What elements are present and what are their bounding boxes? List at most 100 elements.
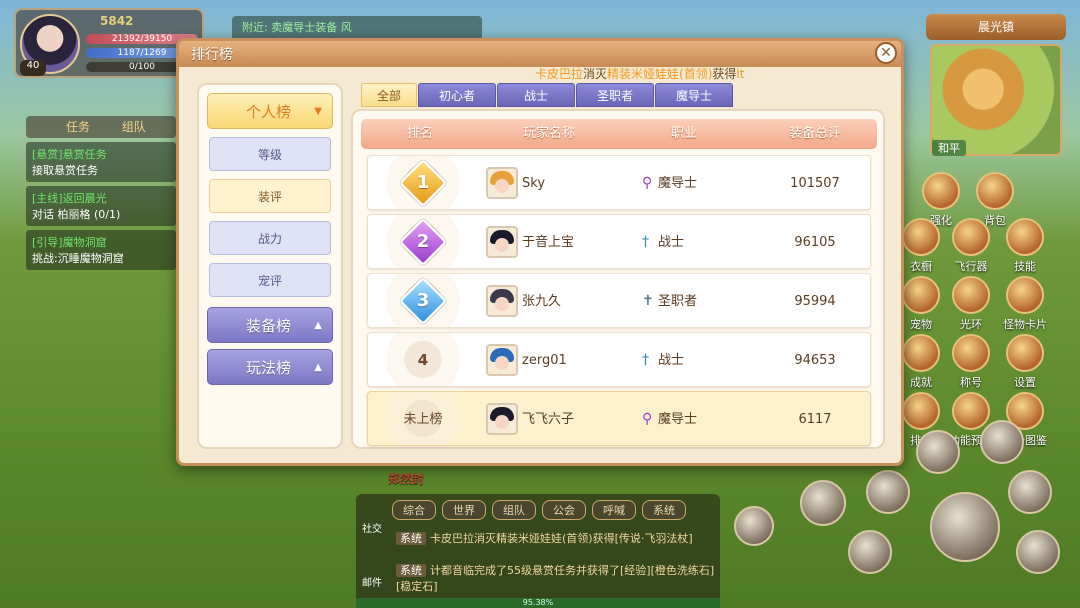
equip-score: 95994 bbox=[794, 294, 836, 309]
skill-button-2[interactable] bbox=[980, 420, 1024, 464]
label: 怪物卡片 bbox=[1003, 318, 1047, 331]
minimap[interactable]: 晨光镇 和平 bbox=[926, 14, 1066, 160]
avatar-face bbox=[495, 297, 509, 311]
quest-panel: 任务 组队 [悬赏]悬赏任务 接取悬赏任务 [主线]返回晨光 对话 柏丽格 (0… bbox=[26, 116, 176, 302]
label: 飞行器 bbox=[954, 260, 988, 273]
chat-tab[interactable]: 呼喊 bbox=[592, 500, 636, 520]
modal-title: 排行榜 bbox=[191, 47, 233, 63]
gear-icon bbox=[1006, 334, 1044, 372]
icon-title[interactable]: 称号 bbox=[948, 334, 994, 390]
class-label: 魔导士 bbox=[658, 412, 698, 427]
jump-button[interactable] bbox=[1016, 530, 1060, 574]
icon-wardrobe[interactable]: 衣橱 bbox=[898, 218, 944, 274]
ranking-table: 排名 玩家名称 职业 装备总评 1 Sky ⚲ 魔导士 101507 2 于音上宝… bbox=[351, 109, 885, 449]
chat-tab[interactable]: 系统 bbox=[642, 500, 686, 520]
quest-desc: 接取悬赏任务 bbox=[32, 164, 98, 177]
top-chat-strip[interactable]: 附近: 卖魔导士装备 风 bbox=[232, 16, 482, 40]
joystick-right[interactable] bbox=[800, 480, 846, 526]
tab-novice[interactable]: 初心者 bbox=[418, 83, 496, 107]
equip-score: 6117 bbox=[798, 412, 832, 427]
submenu-combat-power[interactable]: 战力 bbox=[209, 221, 331, 255]
chat-message: 系统 计都音临完成了55级悬赏任务并获得了[经验][橙色洗练石][稳定石] bbox=[396, 562, 720, 594]
quest-item[interactable]: [主线]返回晨光 对话 柏丽格 (0/1) bbox=[26, 186, 176, 226]
chat-tab[interactable]: 世界 bbox=[442, 500, 486, 520]
sword-icon: † bbox=[642, 352, 649, 368]
label: 光环 bbox=[960, 318, 982, 331]
quest-desc: 挑战:沉睡魔物洞窟 bbox=[32, 252, 124, 265]
player-class: ⚲ 魔导士 bbox=[642, 392, 698, 447]
menu-gameplay-ranking[interactable]: 玩法榜 ▲ bbox=[207, 349, 333, 385]
ranking-modal: 排行榜 ✕ 卡皮巴拉消灭精装米娅娃娃(首领)获得lt 个人榜 ▼ 等级 装评 战… bbox=[176, 38, 904, 466]
avatar[interactable] bbox=[486, 167, 518, 199]
chat-tab[interactable]: 组队 bbox=[492, 500, 536, 520]
class-label: 魔导士 bbox=[658, 176, 698, 191]
label: 衣橱 bbox=[910, 260, 932, 273]
halo-icon bbox=[952, 276, 990, 314]
quest-tabs: 任务 组队 bbox=[26, 116, 176, 138]
skill-button-1[interactable] bbox=[916, 430, 960, 474]
exp-bar: 95.38% bbox=[356, 598, 720, 608]
icon-aircraft[interactable]: 飞行器 bbox=[948, 218, 994, 274]
player-name: Sky bbox=[522, 176, 546, 191]
icon-halo[interactable]: 光环 bbox=[948, 276, 994, 332]
submenu-equipment-score[interactable]: 装评 bbox=[209, 179, 331, 213]
monster-button[interactable] bbox=[734, 506, 774, 546]
player-class: † 战士 bbox=[642, 333, 684, 388]
chat-text: 卡皮巴拉消灭精装米娅娃娃(首领)获得[传说·飞羽法杖] bbox=[430, 532, 693, 545]
feature-preview-icon bbox=[952, 392, 990, 430]
other-player-name[interactable]: 郑然封 bbox=[388, 470, 424, 487]
tab-mage[interactable]: 魔导士 bbox=[655, 83, 733, 107]
dash-button[interactable] bbox=[848, 530, 892, 574]
rank-cell: 3 bbox=[368, 274, 478, 327]
rank-number: 1 bbox=[416, 172, 430, 193]
rank-cell: 2 bbox=[368, 215, 478, 268]
tab-warrior[interactable]: 战士 bbox=[497, 83, 575, 107]
submenu-pet-score[interactable]: 宠评 bbox=[209, 263, 331, 297]
table-row[interactable]: 4 zerg01 † 战士 94653 bbox=[367, 332, 871, 387]
avatar[interactable] bbox=[486, 226, 518, 258]
menu-equipment-ranking[interactable]: 装备榜 ▲ bbox=[207, 307, 333, 343]
icon-monster-card[interactable]: 怪物卡片 bbox=[1002, 276, 1048, 332]
rank-number: 4 bbox=[417, 351, 429, 369]
class-filter-tabs: 全部 初心者 战士 圣职者 魔导士 bbox=[361, 83, 734, 107]
icon-skill[interactable]: 技能 bbox=[1002, 218, 1048, 274]
avatar-face bbox=[495, 179, 509, 193]
icon-achievement[interactable]: 成就 bbox=[898, 334, 944, 390]
basic-attack-button[interactable] bbox=[930, 492, 1000, 562]
header-equip-score: 装备总评 bbox=[789, 126, 842, 141]
broadcast-player: 卡皮巴拉 bbox=[535, 67, 584, 81]
avatar[interactable] bbox=[486, 344, 518, 376]
close-button[interactable]: ✕ bbox=[875, 42, 897, 64]
chat-text: 计都音临完成了55级悬赏任务并获得了[经验][橙色洗练石][稳定石] bbox=[396, 564, 715, 593]
avatar[interactable] bbox=[486, 403, 518, 435]
quest-tab-team[interactable]: 组队 bbox=[122, 120, 146, 134]
chat-tab[interactable]: 综合 bbox=[392, 500, 436, 520]
equip-score: 101507 bbox=[790, 176, 840, 191]
quest-item[interactable]: [引导]魔物洞窟 挑战:沉睡魔物洞窟 bbox=[26, 230, 176, 270]
chat-tab[interactable]: 公会 bbox=[542, 500, 586, 520]
pk-mode-badge[interactable]: 和平 bbox=[932, 140, 966, 156]
quest-item[interactable]: [悬赏]悬赏任务 接取悬赏任务 bbox=[26, 142, 176, 182]
submenu-level[interactable]: 等级 bbox=[209, 137, 331, 171]
menu-personal-ranking[interactable]: 个人榜 ▼ bbox=[207, 93, 333, 129]
bag-icon bbox=[976, 172, 1014, 210]
chat-panel[interactable]: 综合 世界 组队 公会 呼喊 系统 系统 卡皮巴拉消灭精装米娅娃娃(首领)获得[传… bbox=[356, 494, 720, 608]
broadcast-suffix: 获得 bbox=[712, 67, 737, 81]
social-button[interactable]: 社交 bbox=[362, 520, 382, 535]
fire-skill-button[interactable] bbox=[866, 470, 910, 514]
aircraft-skill-button[interactable] bbox=[1008, 470, 1052, 514]
mail-button[interactable]: 邮件 bbox=[362, 574, 382, 589]
equip-score: 96105 bbox=[794, 235, 836, 250]
quest-tab-task[interactable]: 任务 bbox=[66, 120, 90, 134]
table-row[interactable]: 1 Sky ⚲ 魔导士 101507 bbox=[367, 155, 871, 210]
icon-settings[interactable]: 设置 bbox=[1002, 334, 1048, 390]
tab-all[interactable]: 全部 bbox=[361, 83, 417, 107]
self-rank-row[interactable]: 未上榜 飞飞六子 ⚲ 魔导士 6117 bbox=[367, 391, 871, 446]
map-title[interactable]: 晨光镇 bbox=[926, 14, 1066, 40]
tab-priest[interactable]: 圣职者 bbox=[576, 83, 654, 107]
avatar[interactable] bbox=[486, 285, 518, 317]
icon-pet[interactable]: 宠物 bbox=[898, 276, 944, 332]
table-row[interactable]: 3 张九久 ✝ 圣职者 95994 bbox=[367, 273, 871, 328]
table-row[interactable]: 2 于音上宝 † 战士 96105 bbox=[367, 214, 871, 269]
chevron-down-icon: ▼ bbox=[314, 106, 322, 117]
